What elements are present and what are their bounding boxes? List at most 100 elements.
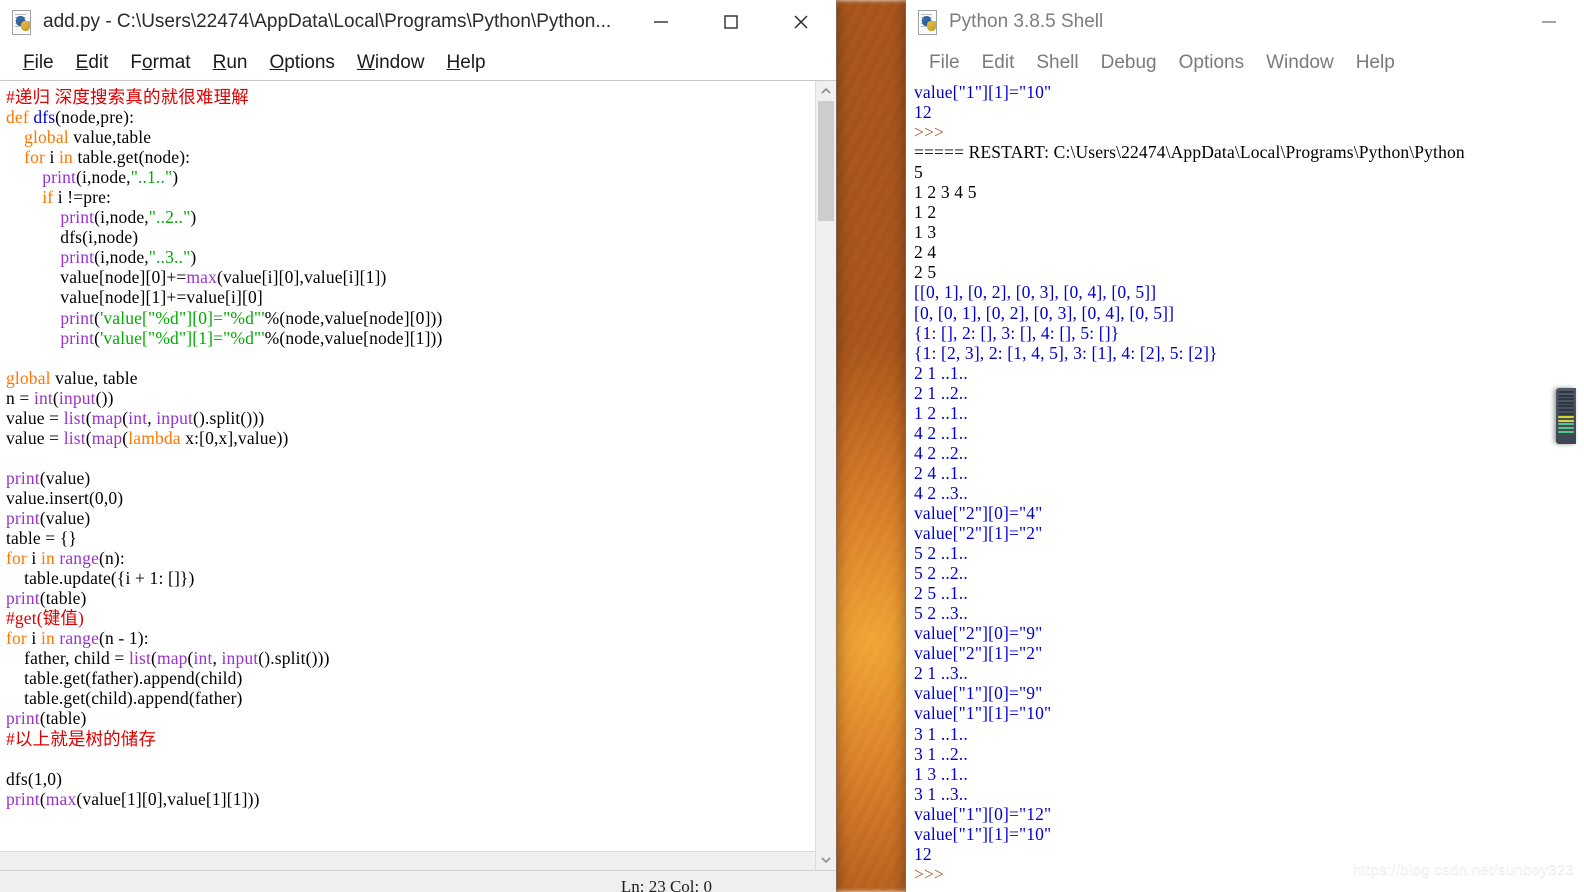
shell-line: value["1"][0]="12" [914, 803, 1052, 824]
code-token: print [60, 207, 95, 228]
shell-line: {1: [2, 3], 2: [1, 4, 5], 3: [1], 4: [2]… [914, 342, 1218, 363]
shell-line: 2 4 [914, 242, 937, 263]
editor-body[interactable]: #递归 深度搜索真的就很难理解 def dfs(node,pre): globa… [0, 80, 836, 870]
code-token: i [49, 147, 60, 168]
chevron-down-icon[interactable] [816, 850, 836, 870]
menu-item-help[interactable]: Help [1345, 53, 1406, 72]
code-token: value,table [73, 127, 152, 148]
idle-editor-window[interactable]: add.py - C:\Users\22474\AppData\Local\Pr… [0, 0, 836, 892]
shell-caption-buttons[interactable] [1514, 0, 1584, 44]
python-file-icon [916, 9, 940, 35]
code-token: print [6, 507, 40, 528]
menu-item-debug[interactable]: Debug [1090, 53, 1168, 72]
code-token: ) [190, 247, 197, 268]
editor-horizontal-scrollbar[interactable] [0, 851, 815, 870]
menu-item-run[interactable]: Run [202, 53, 259, 72]
gadget-meter-segment [1558, 426, 1574, 429]
code-token: (n): [99, 548, 125, 569]
code-token: i !=pre: [57, 187, 112, 208]
menu-item-format[interactable]: Format [119, 53, 201, 72]
menu-item-file[interactable]: File [12, 53, 65, 72]
shell-line: [[0, 1], [0, 2], [0, 3], [0, 4], [0, 5]] [914, 282, 1157, 303]
gadget-meter-segment [1558, 419, 1574, 422]
menu-item-options[interactable]: Options [1168, 53, 1255, 72]
code-token: i [31, 628, 41, 649]
shell-line: {1: [], 2: [], 3: [], 4: [], 5: []} [914, 322, 1120, 343]
shell-title: Python 3.8.5 Shell [949, 11, 1104, 32]
code-token: int [128, 407, 148, 428]
cursor-position-label: Ln: 23 Col: 0 [620, 877, 712, 892]
minimize-icon[interactable] [626, 0, 696, 44]
gadget-meter-segment [1558, 405, 1574, 408]
minimize-icon[interactable] [1514, 0, 1584, 44]
code-token: value[node][1]+=value[i][0] [6, 287, 263, 308]
shell-line: >>> [914, 863, 945, 884]
code-token: input [58, 387, 96, 408]
code-token: lambda [128, 427, 186, 448]
code-token: value, table [55, 367, 138, 388]
shell-line: 2 4 ..1.. [914, 462, 968, 483]
code-token: 'value["%d"][0]="%d"' [100, 307, 265, 328]
code-token: #递归 深度搜索真的就很难理解 [6, 87, 249, 107]
code-token: (i,node, [94, 247, 149, 268]
code-token: %(node,value[node][1])) [264, 327, 443, 348]
code-token: dfs [33, 107, 56, 128]
menu-item-shell[interactable]: Shell [1025, 53, 1089, 72]
editor-caption-buttons[interactable] [626, 0, 836, 44]
code-token: map [156, 648, 188, 669]
code-token: value[node][0]+= [6, 267, 187, 288]
code-token: dfs(i,node) [6, 227, 139, 248]
code-token: in [59, 147, 78, 168]
code-token: map [91, 427, 123, 448]
menu-item-file[interactable]: File [918, 53, 971, 72]
shell-output[interactable]: value["1"][1]="10" 12 >>> ===== RESTART:… [914, 82, 1584, 884]
shell-line: 2 1 ..3.. [914, 663, 968, 684]
menu-item-edit[interactable]: Edit [971, 53, 1026, 72]
gadget-meter-segment [1558, 408, 1574, 411]
menu-item-window[interactable]: Window [1255, 53, 1345, 72]
source-code[interactable]: #递归 深度搜索真的就很难理解 def dfs(node,pre): globa… [6, 87, 815, 809]
code-token: ) [190, 207, 197, 228]
code-token: value = [6, 407, 64, 428]
maximize-icon[interactable] [696, 0, 766, 44]
code-text-area[interactable]: #递归 深度搜索真的就很难理解 def dfs(node,pre): globa… [0, 81, 815, 870]
shell-line: 5 [914, 162, 923, 183]
code-token: "..3.." [148, 247, 191, 268]
code-token: father, child = [6, 648, 129, 669]
editor-title: add.py - C:\Users\22474\AppData\Local\Pr… [43, 11, 612, 32]
editor-titlebar[interactable]: add.py - C:\Users\22474\AppData\Local\Pr… [0, 0, 836, 44]
python-file-icon [10, 9, 34, 35]
editor-vertical-scrollbar[interactable] [815, 81, 836, 870]
chevron-up-icon[interactable] [816, 81, 836, 101]
editor-scroll-thumb[interactable] [818, 101, 834, 221]
shell-line: 3 1 ..3.. [914, 783, 968, 804]
code-token: list [128, 648, 151, 669]
gadget-meter-segment [1558, 401, 1574, 404]
system-monitor-gadget[interactable] [1556, 388, 1576, 444]
code-token: table.get(child).append(father) [6, 688, 243, 709]
code-token: print [60, 307, 95, 328]
shell-menubar[interactable]: File Edit Shell Debug Options Window Help [906, 44, 1584, 80]
shell-line: value["1"][1]="10" [914, 82, 1052, 102]
menu-item-window[interactable]: Window [346, 53, 436, 72]
shell-line: value["2"][1]="2" [914, 643, 1043, 664]
idle-shell-window[interactable]: Python 3.8.5 Shell File Edit Shell Debug Opt… [906, 0, 1584, 892]
menu-item-edit[interactable]: Edit [65, 53, 120, 72]
shell-titlebar[interactable]: Python 3.8.5 Shell [906, 0, 1584, 44]
gadget-meter-segment [1558, 430, 1574, 433]
code-token: print [6, 467, 40, 488]
shell-text-area[interactable]: value["1"][1]="10" 12 >>> ===== RESTART:… [906, 78, 1584, 892]
code-token: def [6, 107, 34, 128]
editor-menubar[interactable]: File Edit Format Run Options Window Help [0, 44, 836, 80]
code-token: table.update({i + 1: []}) [6, 568, 195, 589]
menu-item-help[interactable]: Help [436, 53, 497, 72]
menu-item-options[interactable]: Options [258, 53, 345, 72]
code-token: x:[0,x],value)) [185, 427, 289, 448]
code-token: 'value["%d"][1]="%d"' [100, 327, 265, 348]
close-icon[interactable] [766, 0, 836, 44]
shell-line: 5 2 ..3.. [914, 603, 968, 624]
code-token: value.insert(0,0) [6, 487, 124, 508]
